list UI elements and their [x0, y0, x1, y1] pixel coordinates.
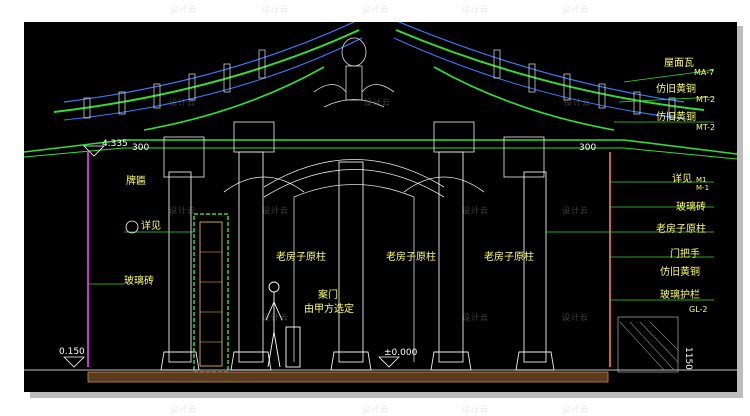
glass-rail: [617, 316, 679, 373]
label-door: 案门: [318, 288, 338, 301]
watermark: 设计云: [562, 405, 589, 414]
elevation-drawing: 4.335 300 300 0.150 ±0.000 1150 屋面瓦 MA-7…: [24, 22, 737, 383]
dim-eave-300-left: 300: [132, 143, 149, 153]
watermark: 设计云: [262, 5, 289, 14]
label-plaque: 牌匾: [126, 174, 146, 187]
label-door-handle: 门把手: [670, 247, 700, 260]
label-detail-right-code-b: M-1: [696, 184, 709, 192]
human-figure: [265, 281, 301, 368]
label-copper-1-code: MT-2: [696, 95, 715, 104]
label-glass-brick-right: 玻璃砖: [676, 200, 706, 213]
label-glass-rail: 玻璃护栏: [660, 288, 700, 301]
watermark: 设计云: [169, 98, 196, 107]
watermark: 设计云: [169, 206, 196, 215]
label-glass-brick: 玻璃砖: [124, 274, 154, 287]
label-copper-1: 仿旧黄铜: [656, 82, 696, 95]
watermark: 设计云: [564, 98, 591, 107]
watermark: 设计云: [562, 5, 589, 14]
label-roof-tile: 屋面瓦: [664, 57, 694, 69]
watermark: 设计云: [462, 206, 489, 215]
label-column-2: 老房子原柱: [386, 250, 436, 263]
roof-lines: [24, 22, 737, 160]
watermark: 设计云: [462, 405, 489, 414]
label-copper-3: 仿旧黄铜: [660, 265, 700, 278]
watermark: 设计云: [362, 405, 389, 414]
dim-side-height: 1150: [683, 347, 693, 370]
watermark: 设计云: [462, 313, 489, 322]
label-detail-right: 详见: [672, 172, 692, 185]
dim-base-left: 0.150: [59, 347, 85, 357]
dim-eave-300-right: 300: [579, 143, 596, 153]
label-detail-left: 详见: [141, 219, 161, 232]
cad-elevation-canvas: 4.335 300 300 0.150 ±0.000 1150 屋面瓦 MA-7…: [24, 22, 737, 392]
dim-eave-height: 4.335: [102, 139, 128, 149]
watermark: 设计云: [170, 405, 197, 414]
level-markers: [63, 145, 400, 368]
label-column-3: 老房子原柱: [484, 250, 534, 263]
watermark: 设计云: [462, 5, 489, 14]
watermark: 设计云: [364, 98, 391, 107]
watermark: 设计云: [562, 313, 589, 322]
glass-brick-shelf: [193, 213, 229, 373]
frame-shadow-right: [737, 26, 743, 398]
beams: [163, 121, 545, 198]
watermark: 设计云: [562, 206, 589, 215]
label-column-right: 老房子原柱: [656, 222, 706, 235]
drawing-frame: 设计云 设计云 设计云 设计云 设计云 设计云 设计云 设计云 设计云 4.33…: [0, 0, 750, 416]
watermark: 设计云: [362, 5, 389, 14]
label-copper-2-code: MT-2: [696, 123, 715, 132]
label-copper-2: 仿旧黄铜: [656, 110, 696, 123]
watermark: 设计云: [262, 313, 289, 322]
frame-shadow-bottom: [30, 392, 743, 398]
watermark: 设计云: [170, 5, 197, 14]
label-detail-right-code-a: M1: [696, 176, 707, 184]
label-column-1: 老房子原柱: [276, 250, 326, 263]
central-arch: [293, 184, 415, 362]
label-copper-3-code: GL-2: [689, 305, 708, 314]
detail-marker-left: [125, 220, 139, 234]
dim-floor-level: ±0.000: [384, 348, 418, 358]
watermark: 设计云: [262, 206, 289, 215]
label-roof-tile-code: MA-7: [694, 68, 714, 77]
label-by-owner: 由甲方选定: [304, 302, 354, 315]
